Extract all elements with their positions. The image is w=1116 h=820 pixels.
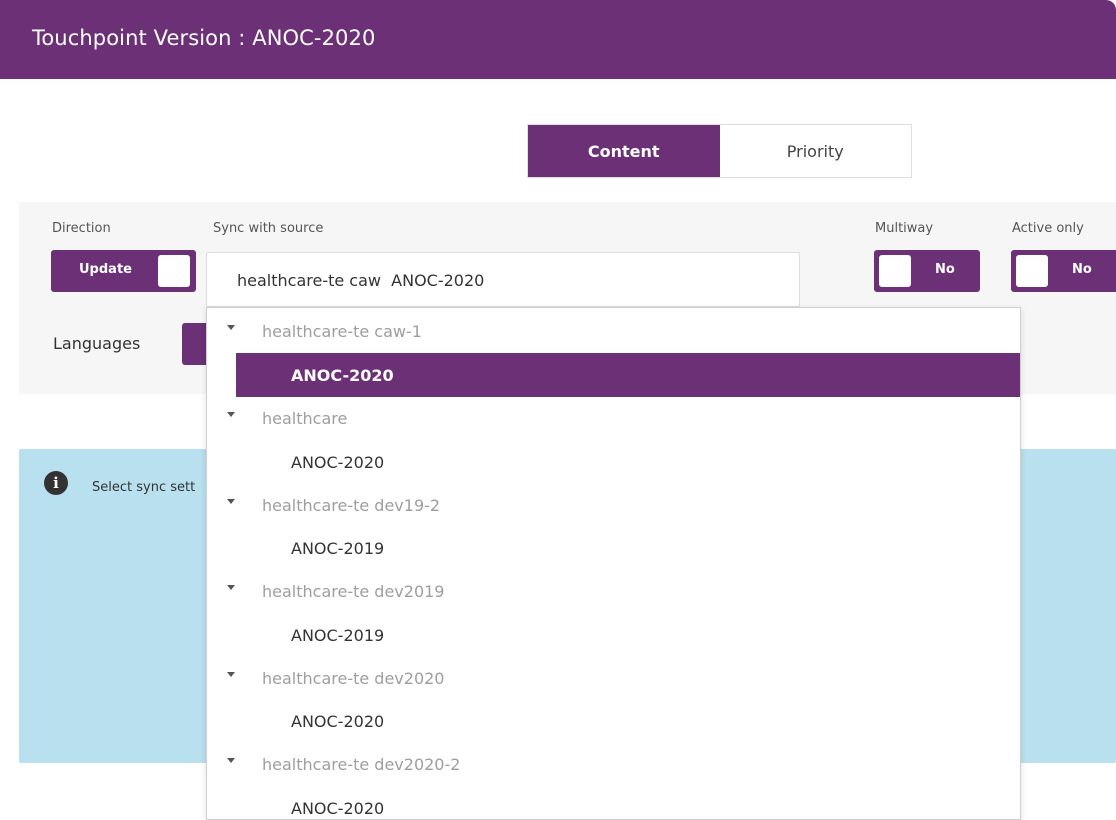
dropdown-group: healthcare-te dev2020 [207, 656, 1020, 700]
dropdown-group-label: healthcare-te dev2020-2 [262, 755, 461, 774]
active-only-toggle[interactable]: No [1011, 250, 1116, 292]
caret-down-icon [227, 672, 235, 677]
multiway-toggle[interactable]: No [874, 250, 980, 292]
tab-content[interactable]: Content [528, 125, 720, 177]
dropdown-group-label: healthcare-te dev19-2 [262, 496, 441, 515]
dropdown-option-label: ANOC-2020 [291, 799, 385, 818]
caret-down-icon [227, 758, 235, 763]
sync-source-dropdown: healthcare-te caw-1 ANOC-2020 healthcare… [206, 307, 1021, 820]
languages-label: Languages [53, 334, 141, 353]
dropdown-option[interactable]: ANOC-2020 [236, 699, 1020, 743]
dropdown-option[interactable]: ANOC-2019 [236, 613, 1020, 657]
dropdown-group-label: healthcare-te dev2020 [262, 669, 445, 688]
active-only-label: Active only [1012, 221, 1084, 236]
sync-source-value: healthcare-te caw ANOC-2020 [237, 271, 485, 290]
multiway-label: Multiway [875, 221, 934, 236]
dropdown-option[interactable]: ANOC-2020 [236, 440, 1020, 484]
active-only-toggle-knob [1016, 255, 1048, 287]
dropdown-group-label: healthcare [262, 409, 348, 428]
view-tabs: Content Priority [527, 124, 912, 178]
direction-toggle-label: Update [79, 262, 132, 277]
dropdown-option[interactable]: ANOC-2019 [236, 526, 1020, 570]
sync-source-select[interactable]: healthcare-te caw ANOC-2020 [206, 252, 800, 307]
direction-label: Direction [52, 221, 111, 236]
dropdown-group-label: healthcare-te dev2019 [262, 582, 445, 601]
info-icon: i [44, 471, 68, 495]
dropdown-group: healthcare-te dev2019 [207, 569, 1020, 613]
active-only-toggle-label: No [1072, 262, 1092, 277]
dropdown-option[interactable]: ANOC-2020 [236, 353, 1020, 397]
dropdown-option-label: ANOC-2020 [291, 453, 385, 472]
multiway-toggle-label: No [935, 262, 955, 277]
dropdown-option-label: ANOC-2020 [291, 712, 385, 731]
dropdown-group-label: healthcare-te caw-1 [262, 322, 422, 341]
caret-down-icon [227, 585, 235, 590]
tab-priority[interactable]: Priority [719, 125, 911, 177]
dropdown-group: healthcare-te caw-1 [207, 309, 1020, 353]
dropdown-option-label: ANOC-2019 [291, 539, 385, 558]
multiway-toggle-knob [879, 255, 911, 287]
caret-down-icon [227, 412, 235, 417]
dropdown-option[interactable]: ANOC-2020 [236, 786, 1020, 819]
dropdown-option-label: ANOC-2020 [291, 366, 394, 385]
dropdown-group: healthcare [207, 396, 1020, 440]
dropdown-group: healthcare-te dev2020-2 [207, 742, 1020, 786]
dropdown-option-label: ANOC-2019 [291, 626, 385, 645]
page-title: Touchpoint Version : ANOC-2020 [32, 26, 376, 50]
info-message: Select sync sett [92, 480, 196, 495]
direction-toggle[interactable]: Update [51, 250, 196, 292]
direction-toggle-knob [158, 255, 190, 287]
caret-down-icon [227, 325, 235, 330]
page-header: Touchpoint Version : ANOC-2020 [0, 0, 1116, 79]
dropdown-group: healthcare-te dev19-2 [207, 483, 1020, 527]
sync-with-source-label: Sync with source [213, 221, 324, 236]
caret-down-icon [227, 499, 235, 504]
